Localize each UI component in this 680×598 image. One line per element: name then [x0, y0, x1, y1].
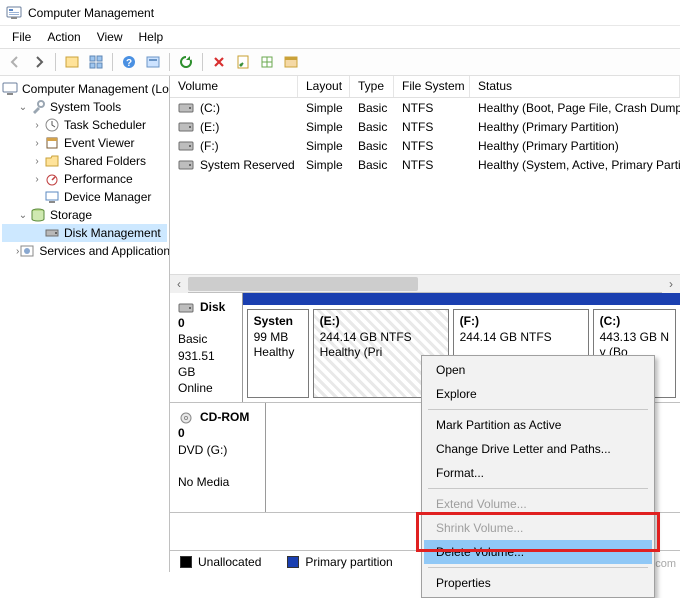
- ctx-delete-volume[interactable]: Delete Volume...: [424, 540, 652, 564]
- ctx-separator: [428, 567, 648, 568]
- table-row[interactable]: (E:)SimpleBasicNTFSHealthy (Primary Part…: [170, 117, 680, 136]
- ctx-extend[interactable]: Extend Volume...: [424, 492, 652, 516]
- expand-icon[interactable]: ›: [30, 120, 44, 131]
- drive-icon: [178, 140, 194, 152]
- col-layout[interactable]: Layout: [298, 76, 350, 97]
- toolbar: ?: [0, 48, 680, 76]
- drive-icon: [178, 102, 194, 114]
- tools-icon: [30, 99, 46, 115]
- refresh-button[interactable]: [175, 51, 197, 73]
- tree-device-manager[interactable]: Device Manager: [2, 188, 167, 206]
- action-button[interactable]: [256, 51, 278, 73]
- table-row[interactable]: System ReservedSimpleBasicNTFSHealthy (S…: [170, 155, 680, 174]
- list-empty-area: [170, 174, 680, 274]
- scroll-left-icon[interactable]: ‹: [170, 275, 188, 293]
- show-hide-button[interactable]: [61, 51, 83, 73]
- disk-info[interactable]: Disk 0 Basic 931.51 GB Online: [170, 293, 243, 402]
- ctx-explore[interactable]: Explore: [424, 382, 652, 406]
- collapse-icon[interactable]: ⌄: [16, 102, 30, 113]
- forward-button[interactable]: [28, 51, 50, 73]
- menu-help[interactable]: Help: [131, 28, 172, 46]
- storage-icon: [30, 207, 46, 223]
- ctx-shrink[interactable]: Shrink Volume...: [424, 516, 652, 540]
- back-button[interactable]: [4, 51, 26, 73]
- device-icon: [44, 189, 60, 205]
- disk-info[interactable]: CD-ROM 0 DVD (G:) No Media: [170, 403, 266, 512]
- disk-icon: [44, 225, 60, 241]
- legend-unallocated: Unallocated: [198, 555, 261, 569]
- svg-text:?: ?: [126, 58, 132, 69]
- legend-primary: Primary partition: [305, 555, 392, 569]
- settings-button[interactable]: [142, 51, 164, 73]
- toolbar-separator: [202, 53, 203, 71]
- table-row[interactable]: (F:)SimpleBasicNTFSHealthy (Primary Part…: [170, 136, 680, 155]
- tree-services[interactable]: › Services and Applications: [2, 242, 167, 260]
- legend-box-primary: [287, 556, 299, 568]
- title-bar: Computer Management: [0, 0, 680, 26]
- list-header: Volume Layout Type File System Status: [170, 76, 680, 98]
- menu-action[interactable]: Action: [39, 28, 88, 46]
- legend-box-unallocated: [180, 556, 192, 568]
- folder-shared-icon: [44, 153, 60, 169]
- help-button[interactable]: ?: [118, 51, 140, 73]
- expand-icon[interactable]: ›: [30, 174, 44, 185]
- hdd-icon: [178, 302, 194, 314]
- properties-button[interactable]: [232, 51, 254, 73]
- tree-performance[interactable]: › Performance: [2, 170, 167, 188]
- cdrom-icon: [178, 412, 194, 424]
- tree-storage[interactable]: ⌄ Storage: [2, 206, 167, 224]
- ctx-mark-active[interactable]: Mark Partition as Active: [424, 413, 652, 437]
- tree-task-scheduler[interactable]: › Task Scheduler: [2, 116, 167, 134]
- ctx-separator: [428, 488, 648, 489]
- volume-list: Volume Layout Type File System Status (C…: [170, 76, 680, 293]
- col-status[interactable]: Status: [470, 76, 680, 97]
- toolbar-separator: [112, 53, 113, 71]
- event-icon: [44, 135, 60, 151]
- toolbar-separator: [169, 53, 170, 71]
- tree-event-viewer[interactable]: › Event Viewer: [2, 134, 167, 152]
- scroll-thumb[interactable]: [188, 277, 418, 291]
- app-icon: [6, 5, 22, 21]
- collapse-icon[interactable]: ⌄: [16, 210, 30, 221]
- tree-root[interactable]: Computer Management (Local: [2, 80, 167, 98]
- ctx-change-letter[interactable]: Change Drive Letter and Paths...: [424, 437, 652, 461]
- list-button[interactable]: [280, 51, 302, 73]
- clock-icon: [44, 117, 60, 133]
- expand-icon[interactable]: ›: [30, 156, 44, 167]
- menu-view[interactable]: View: [89, 28, 131, 46]
- expand-icon[interactable]: ›: [30, 138, 44, 149]
- toolbar-separator: [55, 53, 56, 71]
- col-type[interactable]: Type: [350, 76, 394, 97]
- tree-system-tools[interactable]: ⌄ System Tools: [2, 98, 167, 116]
- ctx-separator: [428, 409, 648, 410]
- menu-file[interactable]: File: [4, 28, 39, 46]
- window-title: Computer Management: [28, 6, 154, 20]
- tree-shared-folders[interactable]: › Shared Folders: [2, 152, 167, 170]
- services-icon: [19, 243, 35, 259]
- ctx-properties[interactable]: Properties: [424, 571, 652, 595]
- context-menu: Open Explore Mark Partition as Active Ch…: [421, 355, 655, 598]
- ctx-format[interactable]: Format...: [424, 461, 652, 485]
- performance-icon: [44, 171, 60, 187]
- view-button[interactable]: [85, 51, 107, 73]
- tree-disk-management[interactable]: Disk Management: [2, 224, 167, 242]
- partition-system-reserved[interactable]: Systen 99 MB Healthy: [247, 309, 309, 398]
- navigation-tree: Computer Management (Local ⌄ System Tool…: [0, 76, 170, 572]
- disk-header-bar: [243, 293, 680, 305]
- col-volume[interactable]: Volume: [170, 76, 298, 97]
- ctx-open[interactable]: Open: [424, 358, 652, 382]
- menu-bar: File Action View Help: [0, 26, 680, 48]
- col-filesystem[interactable]: File System: [394, 76, 470, 97]
- delete-button[interactable]: [208, 51, 230, 73]
- horizontal-scrollbar[interactable]: ‹ ›: [170, 274, 680, 292]
- computer-icon: [2, 81, 18, 97]
- table-row[interactable]: (C:)SimpleBasicNTFSHealthy (Boot, Page F…: [170, 98, 680, 117]
- scroll-right-icon[interactable]: ›: [662, 275, 680, 293]
- drive-icon: [178, 159, 194, 171]
- drive-icon: [178, 121, 194, 133]
